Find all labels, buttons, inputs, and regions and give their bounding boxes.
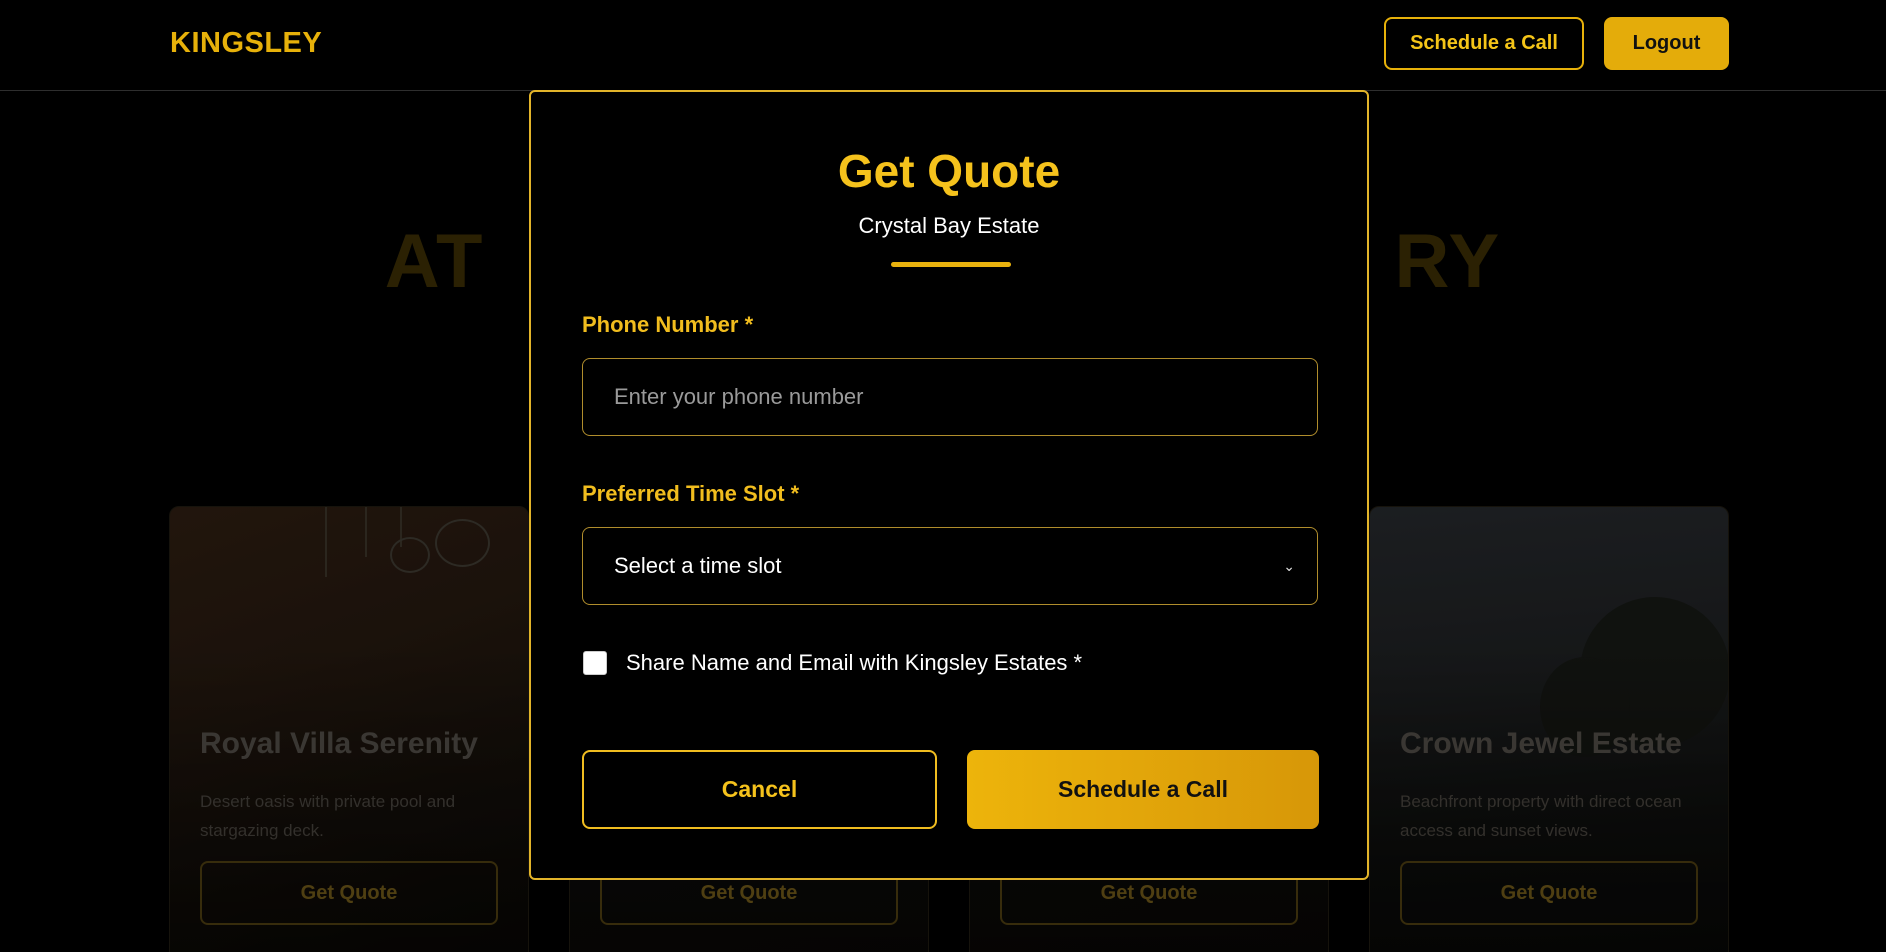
schedule-call-submit-button[interactable]: Schedule a Call (967, 750, 1319, 829)
modal-subtitle: Crystal Bay Estate (858, 213, 1040, 238)
chevron-down-icon: ⌄ (1283, 558, 1295, 574)
cancel-button[interactable]: Cancel (582, 750, 937, 829)
brand-logo[interactable]: KINGSLEY (170, 27, 322, 60)
share-consent-checkbox[interactable] (583, 651, 607, 675)
top-nav: KINGSLEY Schedule a Call Logout (0, 0, 1886, 91)
modal-title: Get Quote (837, 145, 1061, 197)
share-consent-label[interactable]: Share Name and Email with Kingsley Estat… (626, 650, 1082, 676)
header-schedule-call-button[interactable]: Schedule a Call (1384, 17, 1584, 70)
phone-number-input[interactable] (582, 358, 1318, 436)
get-quote-modal: Get Quote Crystal Bay Estate Phone Numbe… (529, 90, 1369, 880)
logout-button[interactable]: Logout (1604, 17, 1729, 70)
time-slot-select[interactable]: Select a time slot ⌄ (582, 527, 1318, 605)
time-slot-selected-value: Select a time slot (614, 553, 782, 578)
phone-number-label: Phone Number * (582, 312, 754, 337)
time-slot-label: Preferred Time Slot * (582, 481, 800, 506)
title-underline-divider (891, 262, 1011, 267)
